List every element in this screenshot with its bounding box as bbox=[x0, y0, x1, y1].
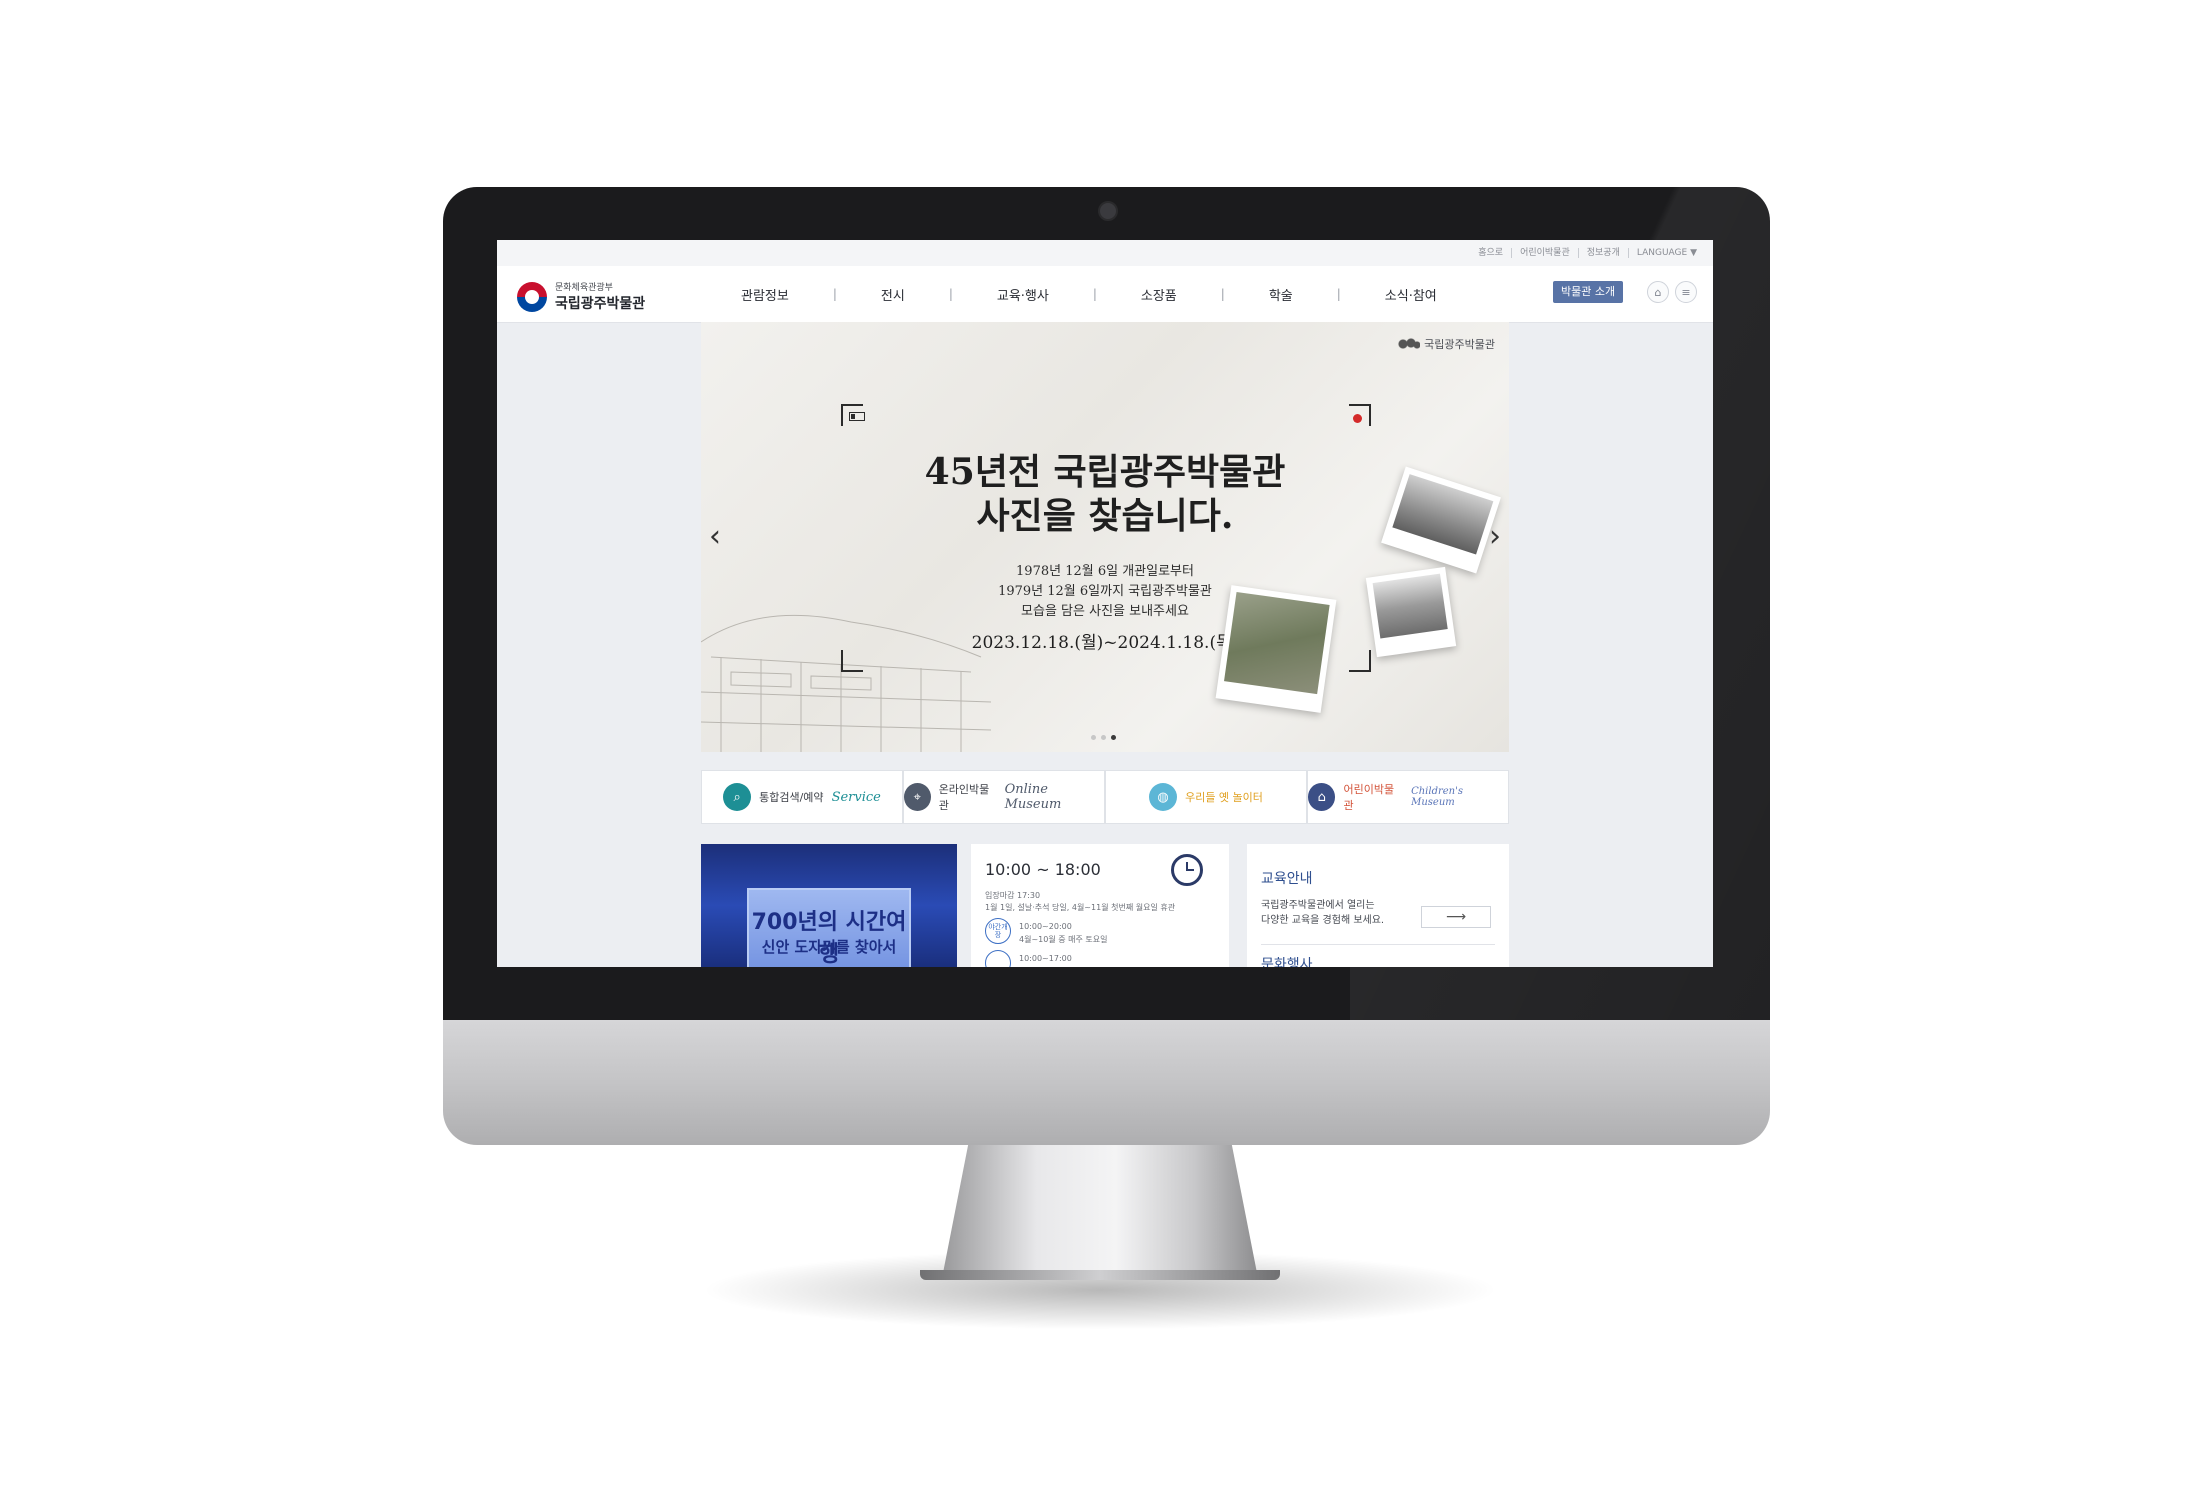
culture-event-title[interactable]: 문화행사 bbox=[1261, 954, 1313, 967]
hero-next-arrow[interactable]: › bbox=[1489, 522, 1501, 552]
quick-link-script: Online Museum bbox=[1004, 782, 1062, 812]
divider bbox=[1261, 944, 1495, 945]
hero-dot[interactable] bbox=[1091, 735, 1096, 740]
hero-pagination bbox=[1091, 735, 1116, 740]
nav-item-research[interactable]: 학술 bbox=[1225, 285, 1337, 304]
hours-last-entry: 입장마감 17:30 bbox=[985, 891, 1041, 900]
old-photo bbox=[1215, 585, 1337, 713]
quick-link-label: 어린이박물관 bbox=[1343, 783, 1395, 812]
education-desc-line2: 다양한 교육을 경험해 보세요. bbox=[1261, 915, 1385, 926]
monitor-stand-base bbox=[920, 1270, 1280, 1280]
hero-prev-arrow[interactable]: ‹ bbox=[709, 522, 721, 552]
exhibition-subtitle: 신안 도자기를 찾아서 bbox=[761, 938, 897, 956]
playground-icon: ◍ bbox=[1149, 783, 1178, 811]
nav-item-news[interactable]: 소식·참여 bbox=[1341, 285, 1481, 304]
pin-icon: ⌖ bbox=[904, 783, 931, 811]
night-badge: 야간개장 bbox=[985, 918, 1011, 944]
site-header: 문화체육관광부 국립광주박물관 관람정보 | 전시 | 교육·행사 | 소장품 … bbox=[497, 266, 1713, 323]
quick-links: ⌕ 통합검색/예약 Service ⌖ 온라인박물관 Online Museum… bbox=[701, 770, 1509, 824]
exhibition-poster: 700년의 시간여행 신안 도자기를 찾아서 bbox=[747, 888, 911, 967]
quick-link-script: Service bbox=[831, 789, 881, 805]
night-time: 10:00~20:00 bbox=[1019, 922, 1072, 931]
util-link-kids[interactable]: 어린이박물관 bbox=[1511, 248, 1578, 258]
quick-link-label: 통합검색/예약 bbox=[759, 791, 824, 804]
hours-closed: 1월 1일, 설날·추석 당일, 4월~11월 첫번째 월요일 휴관 bbox=[985, 903, 1176, 912]
quick-link-service[interactable]: ⌕ 통합검색/예약 Service bbox=[701, 770, 903, 824]
education-card: 교육안내 국립광주박물관에서 열리는 다양한 교육을 경험해 보세요. ⟶ 문화… bbox=[1247, 844, 1509, 967]
education-more-button[interactable]: ⟶ bbox=[1421, 906, 1491, 928]
education-desc: 국립광주박물관에서 열리는 다양한 교육을 경험해 보세요. bbox=[1261, 898, 1384, 928]
nav-item-collection[interactable]: 소장품 bbox=[1097, 285, 1221, 304]
screen: 홈으로 어린이박물관 정보공개 LANGUAGE ▼ 문화체육관광부 국립광주박… bbox=[497, 240, 1713, 967]
museum-logo-icon bbox=[1398, 338, 1421, 350]
camera-icon bbox=[1098, 201, 1118, 221]
hours-main: 10:00 ~ 18:00 bbox=[985, 860, 1101, 879]
frame-corner bbox=[841, 650, 863, 672]
kids-icon: ⌂ bbox=[1308, 783, 1336, 811]
exhibition-card[interactable]: 700년의 시간여행 신안 도자기를 찾아서 bbox=[701, 844, 957, 967]
old-photo bbox=[1365, 566, 1457, 658]
logo-ministry: 문화체육관광부 bbox=[555, 283, 613, 293]
home-icon[interactable]: ⌂ bbox=[1647, 281, 1669, 303]
hero-brand: 국립광주박물관 bbox=[1398, 336, 1495, 352]
utility-bar: 홈으로 어린이박물관 정보공개 LANGUAGE ▼ bbox=[497, 240, 1713, 266]
extra-time: 10:00~17:00 bbox=[1019, 954, 1072, 963]
education-title[interactable]: 교육안내 bbox=[1261, 868, 1313, 888]
menu-icon[interactable]: ≡ bbox=[1675, 281, 1697, 303]
taegeuk-logo-icon bbox=[517, 281, 547, 312]
record-dot-icon bbox=[1353, 414, 1362, 423]
nav-item-education[interactable]: 교육·행사 bbox=[953, 285, 1093, 304]
alarm-clock-icon bbox=[1171, 854, 1203, 886]
util-link-language[interactable]: LANGUAGE ▼ bbox=[1627, 248, 1705, 258]
nav-item-exhibition[interactable]: 전시 bbox=[837, 285, 949, 304]
site-logo[interactable]: 문화체육관광부 국립광주박물관 bbox=[517, 280, 645, 313]
quick-link-kids-museum[interactable]: ⌂ 어린이박물관 Children's Museum bbox=[1307, 770, 1509, 824]
main-nav: 관람정보 | 전시 | 교육·행사 | 소장품 | 학술 | 소식·참여 bbox=[697, 266, 1481, 322]
logo-museum: 국립광주박물관 bbox=[555, 296, 646, 312]
quick-link-playground[interactable]: ◍ 우리들 옛 놀이터 bbox=[1105, 770, 1307, 824]
search-icon: ⌕ bbox=[723, 783, 752, 811]
frame-corner bbox=[1349, 650, 1371, 672]
nav-item-visit[interactable]: 관람정보 bbox=[697, 285, 833, 304]
hero-banner[interactable]: 국립광주박물관 45년전 국립광주박물관 사진을 찾습니다. 1978년 12월… bbox=[701, 322, 1509, 752]
quick-link-label: 우리들 옛 놀이터 bbox=[1185, 791, 1263, 804]
quick-link-online-museum[interactable]: ⌖ 온라인박물관 Online Museum bbox=[903, 770, 1105, 824]
extra-badge-icon bbox=[985, 950, 1011, 967]
education-desc-line1: 국립광주박물관에서 열리는 bbox=[1261, 900, 1375, 911]
quick-link-script: Children's Museum bbox=[1411, 786, 1464, 808]
hero-dot[interactable] bbox=[1101, 735, 1106, 740]
quick-link-label: 온라인박물관 bbox=[938, 783, 990, 812]
hours-card: 10:00 ~ 18:00 입장마감 17:30 1월 1일, 설날·추석 당일… bbox=[971, 844, 1229, 967]
hero-brand-text: 국립광주박물관 bbox=[1424, 338, 1495, 351]
hero-dot-active[interactable] bbox=[1111, 735, 1116, 740]
monitor-stand bbox=[943, 1145, 1257, 1273]
night-days: 4월~10월 중 매주 토요일 bbox=[1019, 935, 1108, 944]
battery-icon bbox=[849, 412, 865, 421]
util-link-home[interactable]: 홈으로 bbox=[1470, 248, 1511, 258]
monitor-chin bbox=[443, 1020, 1770, 1145]
hero-title-line1: 45년전 국립광주박물관 bbox=[924, 451, 1286, 493]
util-link-info[interactable]: 정보공개 bbox=[1577, 248, 1628, 258]
about-museum-button[interactable]: 박물관 소개 bbox=[1553, 281, 1624, 303]
